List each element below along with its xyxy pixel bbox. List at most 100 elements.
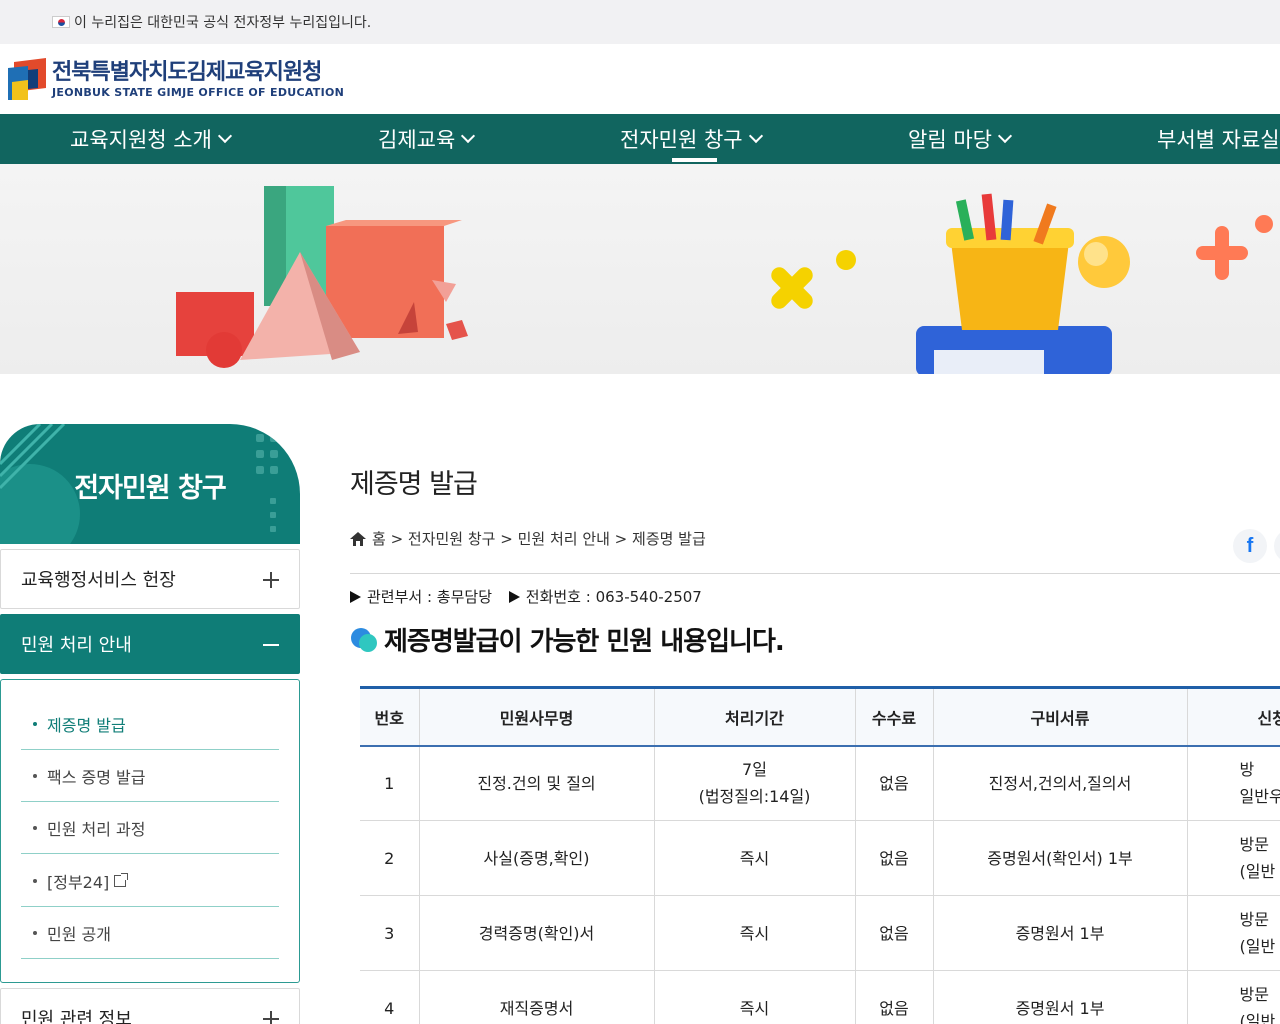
table-cell: 없음 bbox=[854, 970, 933, 1024]
certificate-table: 번호 민원사무명 처리기간 수수료 구비서류 신청 1 진정.건의 및 질의 7일(… bbox=[360, 686, 1280, 1024]
table-row: 4 재직증명서 즉시 없음 증명원서 1부 방문 (일반 bbox=[360, 970, 1280, 1024]
sidebar-sub-gov24[interactable]: [정부24] bbox=[21, 855, 279, 907]
table-cell: 4 bbox=[360, 970, 419, 1024]
sidebar-menu-label: 민원 처리 안내 bbox=[21, 635, 132, 656]
bullet-icon bbox=[33, 878, 37, 883]
table-cell: 즉시 bbox=[653, 970, 855, 1024]
nav-item-civil-service[interactable]: 전자민원 창구 bbox=[620, 114, 763, 164]
table-cell: 사실(증명,확인) bbox=[418, 820, 654, 896]
bullet-icon bbox=[33, 930, 37, 935]
speech-bubble-icon bbox=[351, 627, 377, 652]
dept-label: 관련부서 : 총무담당 bbox=[367, 588, 492, 606]
nav-item-label: 교육지원청 소개 bbox=[70, 128, 212, 152]
bullet-icon bbox=[33, 773, 37, 778]
table-header-cell: 민원사무명 bbox=[418, 687, 654, 747]
sidebar-sub-disclosure[interactable]: 민원 공개 bbox=[21, 907, 279, 959]
table-cell: 3 bbox=[360, 895, 419, 971]
table-cell: 7일 (법정질의:14일) bbox=[653, 745, 855, 821]
bullet-icon bbox=[33, 825, 37, 830]
table-cell: 증명원서 1부 bbox=[932, 895, 1187, 971]
breadcrumb: 홈 > 전자민원 창구 > 민원 처리 안내 > 제증명 발급 bbox=[350, 528, 706, 549]
nav-item-label: 알림 마당 bbox=[908, 128, 992, 152]
table-row: 1 진정.건의 및 질의 7일 (법정질의:14일) 없음 진정서,건의서,질의서 방 일반우 bbox=[360, 745, 1280, 821]
plus-icon bbox=[263, 572, 279, 588]
sub-item-label: 제증명 발급 bbox=[47, 715, 126, 735]
sidebar-title: 전자민원 창구 bbox=[74, 473, 226, 504]
table-header-row: 번호 민원사무명 처리기간 수수료 구비서류 신청 bbox=[360, 687, 1280, 747]
logo-english-name: JEONBUK STATE GIMJE OFFICE OF EDUCATION bbox=[52, 86, 345, 99]
chevron-down-icon bbox=[748, 128, 763, 144]
sidebar-menu-label: 교육행정서비스 헌장 bbox=[21, 570, 176, 591]
nav-item-intro[interactable]: 교육지원청 소개 bbox=[70, 114, 232, 164]
sidebar-header: 전자민원 창구 bbox=[0, 424, 300, 544]
facebook-share-icon[interactable]: f bbox=[1233, 529, 1267, 563]
external-link-icon bbox=[114, 872, 129, 887]
triangle-bullet-icon bbox=[350, 591, 361, 603]
main-navigation: 교육지원청 소개 김제교육 전자민원 창구 알림 마당 부서별 자료실 bbox=[0, 114, 1280, 164]
office-logo-text[interactable]: 전북특별자치도김제교육지원청 JEONBUK STATE GIMJE OFFIC… bbox=[52, 60, 344, 99]
sidebar-submenu: 제증명 발급 팩스 증명 발급 민원 처리 과정 [정부24] 민원 공개 bbox=[0, 679, 300, 983]
sidebar-menu-civil-guide[interactable]: 민원 처리 안내 bbox=[0, 614, 300, 674]
table-cell: 방문 (일반 bbox=[1186, 970, 1280, 1024]
sidebar-sub-certificate[interactable]: 제증명 발급 bbox=[21, 698, 279, 750]
certificate-table-wrapper: 번호 민원사무명 처리기간 수수료 구비서류 신청 1 진정.건의 및 질의 7일(… bbox=[360, 686, 1280, 1024]
bullet-icon bbox=[33, 721, 37, 726]
table-header-cell: 신청 bbox=[1186, 687, 1280, 747]
gov-notice-text: 이 누리집은 대한민국 공식 전자정부 누리집입니다. bbox=[74, 15, 372, 31]
table-cell: 방문 (일반 bbox=[1186, 820, 1280, 896]
plus-icon bbox=[263, 1011, 279, 1024]
nav-item-notice[interactable]: 알림 마당 bbox=[908, 114, 1013, 164]
table-cell: 없음 bbox=[854, 745, 933, 821]
sub-item-label: [정부24] bbox=[47, 872, 110, 892]
dept-info: 관련부서 : 총무담당 전화번호 : 063-540-2507 bbox=[350, 586, 702, 607]
page-title: 제증명 발급 bbox=[350, 469, 478, 500]
minus-icon bbox=[263, 644, 279, 646]
table-cell: 즉시 bbox=[653, 895, 855, 971]
sidebar-sub-fax-certificate[interactable]: 팩스 증명 발급 bbox=[21, 750, 279, 802]
office-logo-icon[interactable] bbox=[8, 58, 46, 100]
sub-item-label: 팩스 증명 발급 bbox=[47, 767, 146, 787]
table-header-cell: 수수료 bbox=[854, 687, 933, 747]
table-header-cell: 번호 bbox=[360, 687, 419, 747]
sidebar-menu-service-charter[interactable]: 교육행정서비스 헌장 bbox=[0, 549, 300, 609]
sub-item-label: 민원 처리 과정 bbox=[47, 819, 146, 839]
home-icon[interactable] bbox=[350, 531, 366, 546]
chevron-down-icon bbox=[997, 128, 1013, 144]
breadcrumb-text[interactable]: 홈 > 전자민원 창구 > 민원 처리 안내 > 제증명 발급 bbox=[372, 528, 706, 549]
table-cell: 증명원서(확인서) 1부 bbox=[932, 820, 1187, 896]
sub-item-label: 민원 공개 bbox=[47, 924, 111, 944]
table-cell: 재직증명서 bbox=[418, 970, 654, 1024]
table-cell: 경력증명(확인)서 bbox=[418, 895, 654, 971]
chevron-down-icon bbox=[461, 128, 476, 144]
table-cell: 즉시 bbox=[653, 820, 855, 896]
nav-active-indicator bbox=[672, 158, 717, 162]
nav-item-dept-archive[interactable]: 부서별 자료실 bbox=[1157, 114, 1280, 164]
table-row: 2 사실(증명,확인) 즉시 없음 증명원서(확인서) 1부 방문 (일반 bbox=[360, 820, 1280, 896]
phone-label: 전화번호 : 063-540-2507 bbox=[525, 588, 702, 606]
korea-flag-icon bbox=[52, 16, 70, 28]
section-title: 제증명발급이 가능한 민원 내용입니다. bbox=[350, 621, 785, 658]
facebook-glyph: f bbox=[1246, 534, 1254, 557]
share-icon[interactable] bbox=[1274, 529, 1280, 563]
table-header-cell: 처리기간 bbox=[653, 687, 855, 747]
chevron-down-icon bbox=[217, 128, 232, 144]
banner-illustration bbox=[176, 186, 1273, 374]
triangle-bullet-icon bbox=[508, 591, 520, 603]
nav-item-label: 전자민원 창구 bbox=[620, 128, 743, 152]
table-cell: 진정.건의 및 질의 bbox=[418, 745, 654, 821]
hero-banner bbox=[0, 164, 1280, 374]
table-cell: 없음 bbox=[854, 895, 933, 971]
table-cell: 방문 (일반 bbox=[1186, 895, 1280, 971]
section-title-text: 제증명발급이 가능한 민원 내용입니다. bbox=[384, 627, 785, 657]
nav-item-gimje-education[interactable]: 김제교육 bbox=[378, 114, 476, 164]
table-row: 3 경력증명(확인)서 즉시 없음 증명원서 1부 방문 (일반 bbox=[360, 895, 1280, 971]
sidebar-sub-process[interactable]: 민원 처리 과정 bbox=[21, 802, 279, 854]
nav-item-label: 김제교육 bbox=[378, 128, 456, 152]
sidebar-menu-civil-info[interactable]: 민원 관련 정보 bbox=[0, 988, 300, 1024]
table-cell: 방 일반우 bbox=[1186, 745, 1280, 821]
table-cell: 없음 bbox=[854, 820, 933, 896]
table-cell: 증명원서 1부 bbox=[932, 970, 1187, 1024]
logo-korean-name: 전북특별자치도김제교육지원청 bbox=[52, 60, 322, 85]
table-header-cell: 구비서류 bbox=[932, 687, 1187, 747]
table-cell: 진정서,건의서,질의서 bbox=[932, 745, 1187, 821]
